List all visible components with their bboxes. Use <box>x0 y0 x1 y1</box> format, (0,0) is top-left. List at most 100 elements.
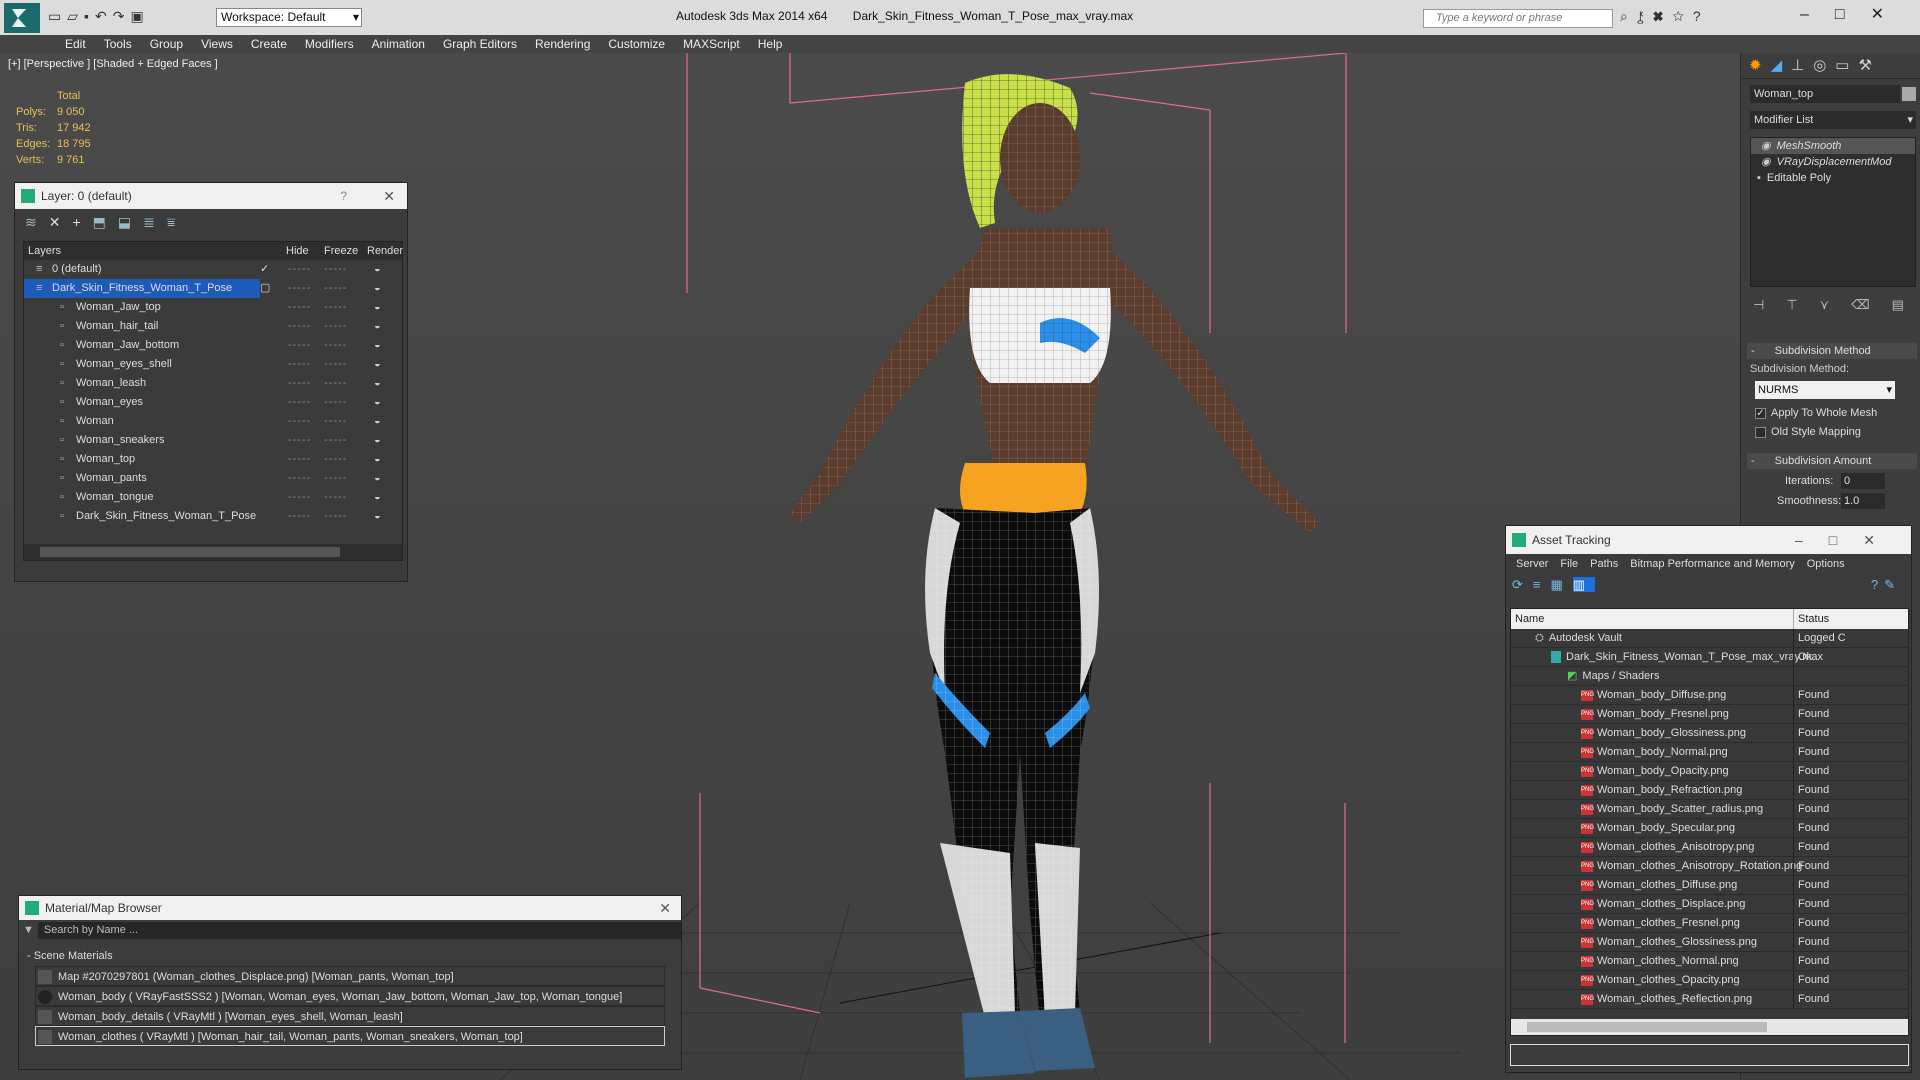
freeze-toggle[interactable]: ----- <box>324 431 347 450</box>
save-icon[interactable]: ▪ <box>84 8 95 24</box>
layer-row[interactable]: ▫ Woman_leash ----- ----- ◒ <box>24 374 402 393</box>
layer-row[interactable]: ≡ Dark_Skin_Fitness_Woman_T_Pose ▢ ----- ---… <box>24 279 402 298</box>
asset-menu-file[interactable]: File <box>1560 558 1578 570</box>
column-freeze[interactable]: Freeze <box>324 242 358 260</box>
select-objects-icon[interactable]: ⬒ <box>93 214 118 230</box>
menu-item-animation[interactable]: Animation <box>363 35 434 53</box>
asset-row[interactable]: PNG Woman_clothes_Reflection.png Found <box>1511 990 1908 1009</box>
render-teapot-icon[interactable]: ◒ <box>374 355 381 374</box>
menu-item-group[interactable]: Group <box>141 35 192 53</box>
freeze-toggle[interactable]: ----- <box>324 507 347 526</box>
freeze-toggle[interactable]: ----- <box>324 279 347 298</box>
freeze-toggle[interactable]: ----- <box>324 412 347 431</box>
help-button[interactable]: ? <box>340 189 347 203</box>
freeze-toggle[interactable]: ----- <box>324 317 347 336</box>
freeze-toggle[interactable]: ----- <box>324 355 347 374</box>
layer-row[interactable]: ▫ Woman_tongue ----- ----- ◒ <box>24 488 402 507</box>
render-teapot-icon[interactable]: ◒ <box>374 412 381 431</box>
layer-row[interactable]: ▫ Woman_eyes_shell ----- ----- ◒ <box>24 355 402 374</box>
modifier-stack-item[interactable]: ◉ MeshSmooth <box>1751 138 1915 154</box>
menu-item-modifiers[interactable]: Modifiers <box>296 35 363 53</box>
layer-row[interactable]: ▫ Woman_pants ----- ----- ◒ <box>24 469 402 488</box>
asset-row[interactable]: PNG Woman_body_Fresnel.png Found <box>1511 705 1908 724</box>
material-map-browser[interactable]: Material/Map Browser ✕ ▼ Search by Name … <box>18 895 682 1070</box>
menu-item-customize[interactable]: Customize <box>599 35 674 53</box>
hide-toggle[interactable]: ----- <box>288 488 311 507</box>
render-teapot-icon[interactable]: ◒ <box>374 279 381 298</box>
asset-row[interactable]: ◩ Maps / Shaders <box>1511 667 1908 686</box>
menu-item-create[interactable]: Create <box>242 35 296 53</box>
render-teapot-icon[interactable]: ◒ <box>374 507 381 526</box>
column-name[interactable]: Name <box>1515 609 1544 629</box>
window-controls[interactable]: –□✕ <box>1795 532 1901 549</box>
asset-row[interactable]: PNG Woman_body_Refraction.png Found <box>1511 781 1908 800</box>
column-hide[interactable]: Hide <box>286 242 309 260</box>
layer-active-box-icon[interactable]: ▢ <box>260 279 270 298</box>
context-help-icon[interactable]: ✎ <box>1884 577 1901 592</box>
hide-toggle[interactable]: ----- <box>288 298 311 317</box>
undo-icon[interactable]: ↶ <box>95 8 113 24</box>
star-icon[interactable]: ☆ <box>1672 8 1692 24</box>
scene-materials-group[interactable]: - Scene Materials <box>19 946 681 966</box>
asset-list[interactable]: Name Status ⛭ Autodesk Vault Logged C Dark_… <box>1510 608 1909 1036</box>
iterations-spinner[interactable]: 0 <box>1841 473 1885 489</box>
thumbnail-view-icon[interactable]: ▦ <box>1551 577 1573 592</box>
render-teapot-icon[interactable]: ◒ <box>374 336 381 355</box>
close-icon[interactable]: ✕ <box>1871 6 1910 23</box>
redo-icon[interactable]: ↷ <box>113 8 131 24</box>
layer-row[interactable]: ▫ Woman_Jaw_top ----- ----- ◒ <box>24 298 402 317</box>
close-icon[interactable]: ✕ <box>659 900 671 917</box>
menu-item-graph-editors[interactable]: Graph Editors <box>434 35 526 53</box>
freeze-toggle[interactable]: ----- <box>324 469 347 488</box>
delete-layer-icon[interactable]: ✕ <box>49 214 73 230</box>
infocenter-search-input[interactable]: Type a keyword or phrase <box>1423 9 1613 28</box>
asset-tracking-titlebar[interactable]: Asset Tracking –□✕ <box>1506 526 1911 554</box>
render-teapot-icon[interactable]: ◒ <box>374 260 381 279</box>
remove-modifier-icon[interactable]: ⌫ <box>1851 297 1891 312</box>
freeze-toggle[interactable]: ----- <box>324 260 347 279</box>
apply-whole-mesh-checkbox[interactable]: ✓ Apply To Whole Mesh <box>1755 407 1877 419</box>
subdivision-amount-rollout[interactable]: - Subdivision Amount <box>1747 453 1917 469</box>
render-teapot-icon[interactable]: ◒ <box>374 374 381 393</box>
table-view-icon[interactable]: ▥ <box>1572 577 1596 592</box>
layer-row[interactable]: ▫ Woman_Jaw_bottom ----- ----- ◒ <box>24 336 402 355</box>
light-bulb-icon[interactable]: ◉ <box>1761 156 1771 168</box>
refresh-icon[interactable]: ⟳ <box>1512 577 1533 592</box>
utilities-tab-icon[interactable]: ⚒ <box>1858 57 1880 74</box>
hide-toggle[interactable]: ----- <box>288 336 311 355</box>
help-icon[interactable]: ? <box>1693 8 1710 24</box>
modifier-list-dropdown[interactable]: Modifier List ▾ <box>1750 111 1916 129</box>
asset-row[interactable]: PNG Woman_clothes_Anisotropy_Rotation.png… <box>1511 857 1908 876</box>
hide-toggle[interactable]: ----- <box>288 412 311 431</box>
hide-toggle[interactable]: ----- <box>288 260 311 279</box>
freeze-toggle[interactable]: ----- <box>324 374 347 393</box>
subdivision-method-select[interactable]: NURMS ▾ <box>1755 381 1895 399</box>
make-unique-icon[interactable]: ⋎ <box>1820 297 1852 312</box>
freeze-all-layers-icon[interactable]: ⩸ <box>167 214 188 230</box>
asset-row[interactable]: PNG Woman_body_Normal.png Found <box>1511 743 1908 762</box>
hide-toggle[interactable]: ----- <box>288 393 311 412</box>
layer-row[interactable]: ▫ Woman_sneakers ----- ----- ◒ <box>24 431 402 450</box>
menu-item-maxscript[interactable]: MAXScript <box>674 35 749 53</box>
asset-row[interactable]: PNG Woman_clothes_Fresnel.png Found <box>1511 914 1908 933</box>
layer-row[interactable]: ▫ Woman_top ----- ----- ◒ <box>24 450 402 469</box>
close-icon[interactable]: ✕ <box>383 188 395 205</box>
asset-row[interactable]: PNG Woman_body_Diffuse.png Found <box>1511 686 1908 705</box>
asset-row[interactable]: PNG Woman_clothes_Opacity.png Found <box>1511 971 1908 990</box>
hide-toggle[interactable]: ----- <box>288 355 311 374</box>
layer-row[interactable]: ▫ Woman_eyes ----- ----- ◒ <box>24 393 402 412</box>
render-teapot-icon[interactable]: ◒ <box>374 469 381 488</box>
subdivision-method-rollout[interactable]: - Subdivision Method <box>1747 343 1917 359</box>
freeze-toggle[interactable]: ----- <box>324 298 347 317</box>
menu-item-rendering[interactable]: Rendering <box>526 35 599 53</box>
modifier-stack[interactable]: ◉ MeshSmooth ◉ VRayDisplacementMod ▪ Editable… <box>1750 137 1916 287</box>
workspace-dropdown[interactable]: Workspace: Default ▾ <box>216 8 362 27</box>
freeze-toggle[interactable]: ----- <box>324 488 347 507</box>
close-icon[interactable]: ✕ <box>1863 532 1901 548</box>
freeze-toggle[interactable]: ----- <box>324 336 347 355</box>
project-folder-icon[interactable]: ▣ <box>130 8 149 24</box>
object-name-field[interactable]: Woman_top <box>1750 85 1900 103</box>
asset-menu-server[interactable]: Server <box>1516 558 1548 570</box>
menu-item-tools[interactable]: Tools <box>95 35 141 53</box>
menu-item-views[interactable]: Views <box>192 35 242 53</box>
